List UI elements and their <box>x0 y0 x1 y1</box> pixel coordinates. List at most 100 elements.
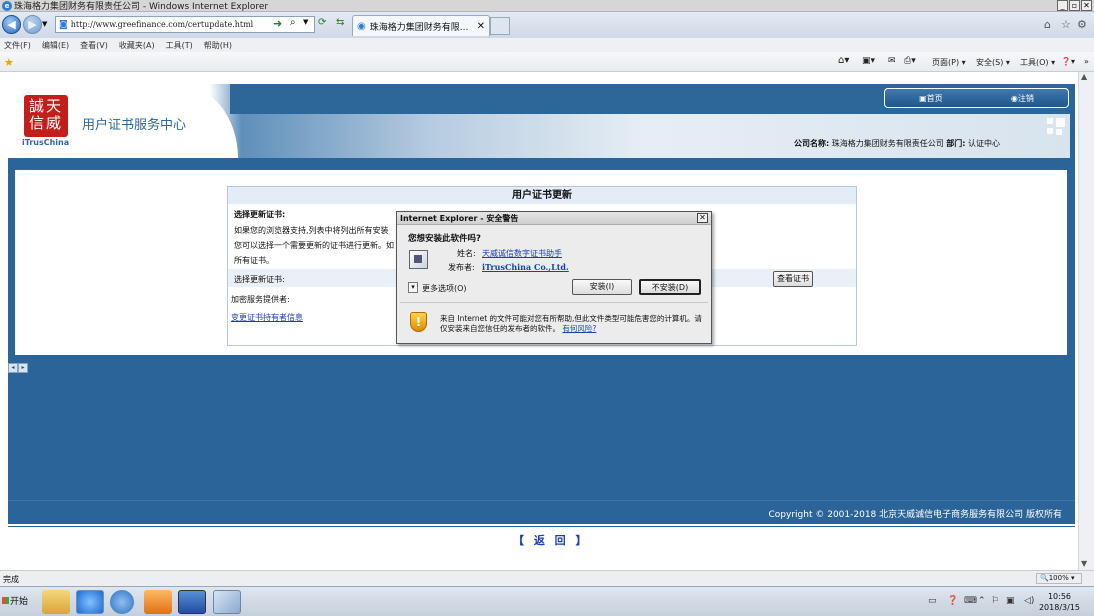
tab-active[interactable]: ◉ 珠海格力集团财务有限... ✕ <box>352 15 490 36</box>
feeds-icon[interactable]: ▣▾ <box>862 56 875 66</box>
logo: 誠天 信威 <box>24 95 68 137</box>
menu-file[interactable]: 文件(F) <box>4 40 31 51</box>
dept-label: 部门: <box>946 139 966 148</box>
name-value-link[interactable]: 天威诚信数字证书助手 <box>482 248 562 259</box>
status-text: 完成 <box>3 575 19 584</box>
dont-install-button[interactable]: 不安装(D) <box>639 279 701 295</box>
word-taskbar-icon[interactable] <box>178 590 206 614</box>
section-heading: 选择更新证书: <box>234 210 286 219</box>
window-title: 珠海格力集团财务有限责任公司 - Windows Internet Explor… <box>14 2 269 12</box>
nav-logout-label: 注销 <box>1017 93 1034 103</box>
deco-square <box>1047 118 1053 124</box>
close-window-button[interactable]: ✕ <box>1081 0 1092 11</box>
more-options-chevron-icon[interactable]: ▾ <box>408 282 418 293</box>
sogou-taskbar-icon[interactable] <box>110 590 134 614</box>
compat-view-icon[interactable]: ➜ <box>273 17 282 30</box>
start-label: 开始 <box>10 597 29 607</box>
start-button[interactable]: 开始 <box>0 592 33 612</box>
tab-favicon-icon: ◉ <box>357 20 366 32</box>
home-cmd-icon[interactable]: ⌂▾ <box>838 55 849 66</box>
volume-icon[interactable]: ◁) <box>1024 596 1034 606</box>
mail-icon[interactable]: ✉ <box>888 56 896 66</box>
menu-help[interactable]: 帮助(H) <box>204 40 232 51</box>
view-cert-button[interactable]: 查看证书 <box>773 271 813 287</box>
menu-edit[interactable]: 编辑(E) <box>42 40 69 51</box>
install-button[interactable]: 安装(I) <box>572 279 632 295</box>
scroll-left-icon[interactable]: ◂ <box>8 363 18 373</box>
org-name: 珠海格力集团财务有限责任公司 <box>831 139 944 148</box>
back-link[interactable]: 【 返 回 】 <box>513 532 590 548</box>
favorites-star-icon[interactable]: ☆ <box>1061 18 1071 31</box>
warning-message: 来自 Internet 的文件可能对您有所帮助,但此文件类型可能危害您的计算机。… <box>440 314 702 334</box>
tools-menu[interactable]: 工具(O) ▾ <box>1020 57 1055 68</box>
vertical-scrollbar[interactable]: ▲ ▼ <box>1078 72 1094 570</box>
back-button[interactable]: ◀ <box>2 15 21 34</box>
panel-title: 用户证书更新 <box>228 187 856 204</box>
refresh-icon[interactable]: ⟳ <box>318 17 326 28</box>
zoom-control[interactable]: 🔍100% ▾ <box>1036 573 1082 584</box>
forward-button[interactable]: ▶ <box>23 15 42 34</box>
nav-home[interactable]: ▣首页 <box>919 93 943 104</box>
show-hidden-icon[interactable]: ⌃ <box>978 596 986 606</box>
deco-square <box>1056 118 1065 127</box>
explorer-taskbar-icon[interactable] <box>42 590 70 614</box>
scroll-down-icon[interactable]: ▼ <box>1081 559 1087 568</box>
chevron-right-icon[interactable]: » <box>1084 57 1089 66</box>
url-text: http://www.greefinance.com/certupdate.ht… <box>70 20 254 29</box>
flag-tray-icon[interactable]: ⚐ <box>991 596 999 606</box>
home-icon[interactable]: ⌂ <box>1044 18 1051 31</box>
new-tab-button[interactable] <box>490 17 510 35</box>
status-bar: 完成 🔍100% ▾ <box>0 570 1094 586</box>
monitor-tray-icon[interactable]: ▣ <box>1006 596 1015 606</box>
history-dropdown-icon[interactable]: ▼ <box>42 20 47 28</box>
nav-logout[interactable]: ◉注销 <box>1011 93 1034 104</box>
address-dropdown-icon[interactable]: ▼ <box>303 18 308 26</box>
risk-link[interactable]: 有何风险? <box>562 324 596 333</box>
menu-tools[interactable]: 工具(T) <box>166 40 193 51</box>
footer-divider <box>8 526 1075 527</box>
minimize-button[interactable]: _ <box>1057 0 1068 11</box>
top-nav: ▣首页 ◉注销 <box>884 88 1069 108</box>
site-title: 用户证书服务中心 <box>82 118 187 133</box>
keyboard-tray-icon[interactable]: ⌨ <box>964 596 977 606</box>
deco-square <box>1047 128 1053 134</box>
print-icon[interactable]: ⎙▾ <box>904 56 916 66</box>
publisher-label: 发布者: <box>448 263 475 272</box>
home-nav-icon: ▣ <box>919 93 927 103</box>
clock[interactable]: 10:56 2018/3/15 <box>1039 591 1080 613</box>
logout-icon: ◉ <box>1010 93 1018 103</box>
favorites-add-icon[interactable]: ★ <box>4 56 14 69</box>
address-bar-row: ◀ ▶ ▼ ◙ http://www.greefinance.com/certu… <box>0 12 1094 38</box>
gear-icon[interactable]: ⚙ <box>1077 18 1087 31</box>
dialog-close-button[interactable]: ✕ <box>697 213 708 223</box>
restore-button[interactable]: ▫ <box>1069 0 1080 11</box>
dialog-separator <box>400 302 708 303</box>
page-menu[interactable]: 页面(P) ▾ <box>932 57 966 68</box>
ie-taskbar-icon[interactable] <box>76 590 104 614</box>
desc-line: 您可以选择一个需要更新的证书进行更新。如 <box>234 241 394 250</box>
search-icon[interactable]: ⌕ <box>290 17 296 28</box>
paint-taskbar-icon[interactable] <box>213 590 241 614</box>
menu-favorites[interactable]: 收藏夹(A) <box>119 40 155 51</box>
org-label: 公司名称: <box>794 139 830 148</box>
scroll-up-icon[interactable]: ▲ <box>1081 72 1087 81</box>
scroll-right-icon[interactable]: ▸ <box>18 363 28 373</box>
more-options-label[interactable]: 更多选项(O) <box>422 283 467 294</box>
dialog-question: 您想安装此软件吗? <box>408 234 481 244</box>
nav-home-label: 首页 <box>926 93 943 103</box>
warning-shield-icon: ! <box>410 312 427 332</box>
windows-flag-icon <box>2 597 9 604</box>
help-menu[interactable]: ❓▾ <box>1061 57 1075 66</box>
publisher-value-link[interactable]: iTrusChina Co.,Ltd. <box>482 262 569 272</box>
taskbar: 开始 ▭ ❓ ⌨ ⌃ ⚐ ▣ ◁) 10:56 2018/3/15 <box>0 586 1094 616</box>
safety-menu[interactable]: 安全(S) ▾ <box>976 57 1010 68</box>
menu-view[interactable]: 查看(V) <box>80 40 108 51</box>
select-cert-label: 选择更新证书: <box>234 275 285 284</box>
network-tray-icon[interactable]: ▭ <box>928 596 937 606</box>
media-player-taskbar-icon[interactable] <box>144 590 172 614</box>
help-tray-icon[interactable]: ❓ <box>947 596 958 606</box>
frame-scroll-arrows[interactable]: ◂ ▸ <box>8 362 30 374</box>
change-holder-link[interactable]: 变更证书持有者信息 <box>231 312 303 323</box>
tab-close-icon[interactable]: ✕ <box>477 21 485 32</box>
stop-icon[interactable]: ⇆ <box>336 17 344 28</box>
